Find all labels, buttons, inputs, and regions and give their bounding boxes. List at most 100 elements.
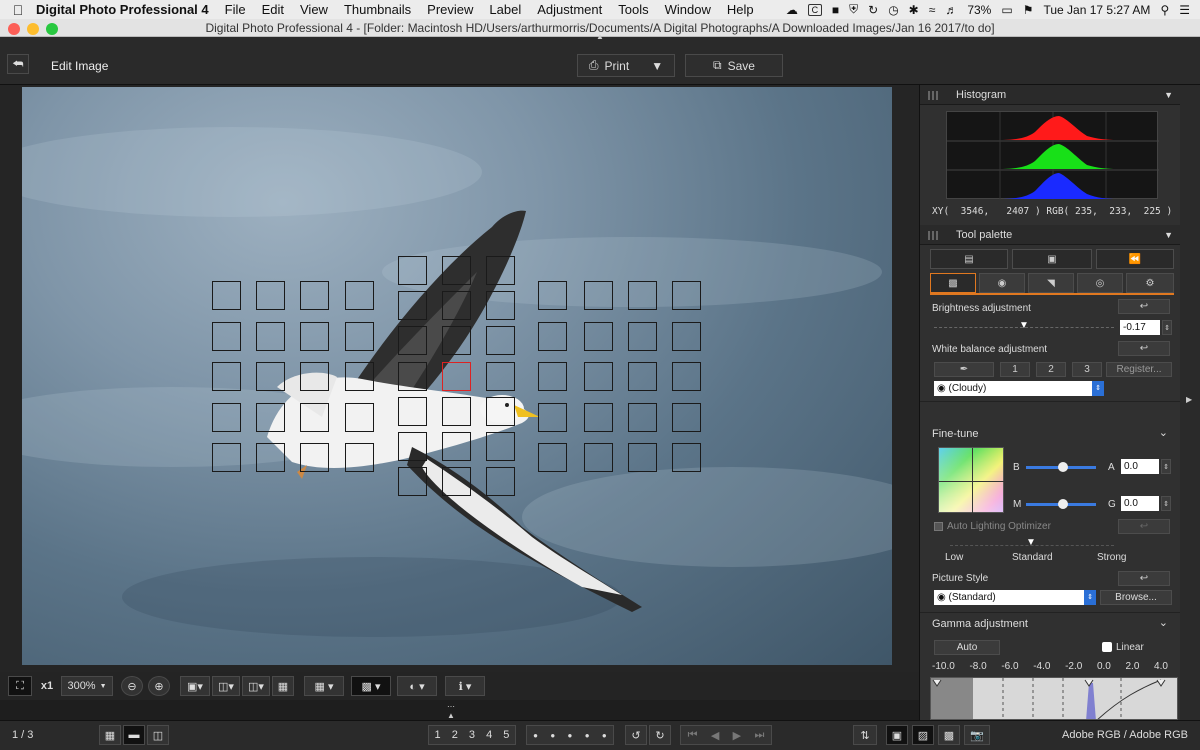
alo-reset-button[interactable]: ↩	[1118, 519, 1170, 534]
af-point-display-button[interactable]: ▣▾	[180, 676, 210, 696]
first-image-icon[interactable]: ⏮	[688, 729, 698, 742]
wb-preset-2-button[interactable]: 2	[1036, 362, 1066, 377]
time-machine-icon[interactable]: ◷	[888, 3, 898, 17]
app-name-menu[interactable]: Digital Photo Professional 4	[36, 2, 209, 17]
panel-layout-1-button[interactable]: ▣	[886, 725, 908, 745]
bluetooth-icon[interactable]: ✱	[909, 3, 919, 17]
brightness-value-input[interactable]: -0.17	[1120, 320, 1160, 335]
info-button[interactable]: ℹ ▾	[445, 676, 485, 696]
wb-register-button[interactable]: Register...	[1106, 362, 1172, 377]
zoom-window-button[interactable]	[46, 23, 58, 35]
sort-button[interactable]: ⇅	[853, 725, 877, 745]
tab-basic[interactable]: ▩	[930, 273, 976, 293]
brightness-stepper[interactable]: ⇕	[1162, 320, 1172, 335]
spotlight-icon[interactable]: ⚲	[1160, 3, 1169, 17]
brightness-slider-thumb[interactable]: ▼	[1019, 321, 1029, 331]
minimize-window-button[interactable]	[27, 23, 39, 35]
wb-reset-button[interactable]: ↩	[1118, 341, 1170, 356]
volume-icon[interactable]: ♬	[945, 3, 957, 17]
rating-4[interactable]: 4	[486, 729, 492, 741]
wb-preset-select[interactable]: ◉ (Cloudy) ⇕	[934, 381, 1104, 396]
menu-label[interactable]: Label	[489, 2, 521, 17]
menu-preview[interactable]: Preview	[427, 2, 473, 17]
last-image-icon[interactable]: ⏭	[754, 729, 764, 742]
menu-file[interactable]: File	[225, 2, 246, 17]
menu-view[interactable]: View	[300, 2, 328, 17]
apple-icon[interactable]: 	[0, 2, 36, 18]
tool-tab-stamp[interactable]: ⏪	[1096, 249, 1174, 269]
tab-nr[interactable]: ◉	[979, 273, 1025, 293]
color-wheel[interactable]	[938, 447, 1005, 514]
wb-preset-1-button[interactable]: 1	[1000, 362, 1030, 377]
expand-panel-icon[interactable]: ▶	[1186, 395, 1192, 404]
menu-tools[interactable]: Tools	[618, 2, 648, 17]
label-dot[interactable]: ●	[550, 731, 555, 740]
notification-center-icon[interactable]: ☰	[1179, 3, 1190, 17]
alo-checkbox[interactable]	[934, 522, 943, 531]
collapse-gamma-icon[interactable]: ⌄	[1159, 616, 1168, 629]
zoom-level-select[interactable]: 300% ▼	[61, 676, 113, 696]
shield-icon[interactable]: ⛨	[849, 2, 858, 17]
gamma-graph[interactable]	[930, 677, 1178, 720]
ba-slider-thumb[interactable]	[1058, 462, 1068, 472]
rating-1[interactable]: 1	[435, 729, 441, 741]
print-button[interactable]: ⎙ Print ▼	[577, 54, 675, 77]
grid-overlay-button[interactable]: ▦ ▾	[304, 676, 344, 696]
flag-icon[interactable]: ⚑	[1023, 3, 1034, 17]
collapse-fine-tune-icon[interactable]: ⌄	[1159, 426, 1168, 439]
sync-view-button[interactable]: ▦	[272, 676, 294, 696]
highlight-warning-button[interactable]: ◐ ▾	[397, 676, 437, 696]
zoom-out-button[interactable]: ⊖	[121, 676, 143, 696]
rotate-right-button[interactable]: ↻	[649, 725, 671, 745]
tab-tone[interactable]: ◥	[1028, 273, 1074, 293]
panel-layout-3-button[interactable]: ▩	[938, 725, 960, 745]
menu-adjustment[interactable]: Adjustment	[537, 2, 602, 17]
tool-tab-adjust[interactable]: ▤	[930, 249, 1008, 269]
tool-palette-header[interactable]: Tool palette ▼	[920, 225, 1181, 245]
mg-slider-thumb[interactable]	[1058, 499, 1068, 509]
image-preview[interactable]	[22, 87, 892, 665]
rating-2[interactable]: 2	[452, 729, 458, 741]
linear-checkbox[interactable]	[1102, 642, 1112, 652]
split-view-button[interactable]: ◫▾	[242, 676, 270, 696]
zoom-in-button[interactable]: ⊕	[148, 676, 170, 696]
fit-to-screen-button[interactable]: ⛶	[8, 676, 32, 696]
grid-view-button[interactable]: ▦	[99, 725, 121, 745]
clock[interactable]: Tue Jan 17 5:27 AM	[1043, 3, 1150, 17]
wifi-icon[interactable]: ≈	[929, 3, 936, 17]
single-view-button[interactable]: ▬	[123, 725, 145, 745]
picture-style-select[interactable]: ◉ (Standard) ⇕	[934, 590, 1096, 605]
menu-edit[interactable]: Edit	[262, 2, 284, 17]
label-dot[interactable]: ●	[568, 731, 573, 740]
browse-button[interactable]: Browse...	[1100, 590, 1172, 605]
camera-button[interactable]: 📷	[964, 725, 990, 745]
sync-icon[interactable]: ↻	[868, 3, 878, 17]
picture-style-reset-button[interactable]: ↩	[1118, 571, 1170, 586]
tool-tab-crop[interactable]: ▣	[1012, 249, 1092, 269]
collapse-toolbar-icon[interactable]: ▲	[2, 33, 1198, 41]
expand-thumbnails-icon[interactable]: ⋯ ▲	[447, 702, 455, 720]
menu-thumbnails[interactable]: Thumbnails	[344, 2, 411, 17]
menu-window[interactable]: Window	[665, 2, 711, 17]
close-window-button[interactable]	[8, 23, 20, 35]
label-dot[interactable]: ●	[585, 731, 590, 740]
a-stepper[interactable]: ⇕	[1161, 459, 1171, 474]
creative-cloud-icon[interactable]: ☁	[786, 3, 798, 17]
next-image-icon[interactable]: ▶	[733, 729, 741, 742]
g-stepper[interactable]: ⇕	[1161, 496, 1171, 511]
menu-help[interactable]: Help	[727, 2, 754, 17]
c-app-icon[interactable]: C	[807, 3, 822, 16]
rating-3[interactable]: 3	[469, 729, 475, 741]
rotate-left-button[interactable]: ↺	[625, 725, 647, 745]
tab-settings[interactable]: ⚙	[1126, 273, 1174, 293]
battery-percent[interactable]: 73%	[967, 3, 991, 17]
af-overlay-button[interactable]: ▩ ▾	[351, 676, 391, 696]
label-dot[interactable]: ●	[533, 731, 538, 740]
previous-image-icon[interactable]: ◀	[711, 729, 719, 742]
battery-icon[interactable]: ▭	[1001, 3, 1012, 17]
alo-slider-thumb[interactable]: ▼	[1026, 537, 1036, 548]
dropbox-icon[interactable]: ■	[832, 3, 839, 17]
save-button[interactable]: ⧉ Save	[685, 54, 783, 77]
filmstrip-view-button[interactable]: ◫	[147, 725, 169, 745]
compare-view-button[interactable]: ◫▾	[212, 676, 240, 696]
